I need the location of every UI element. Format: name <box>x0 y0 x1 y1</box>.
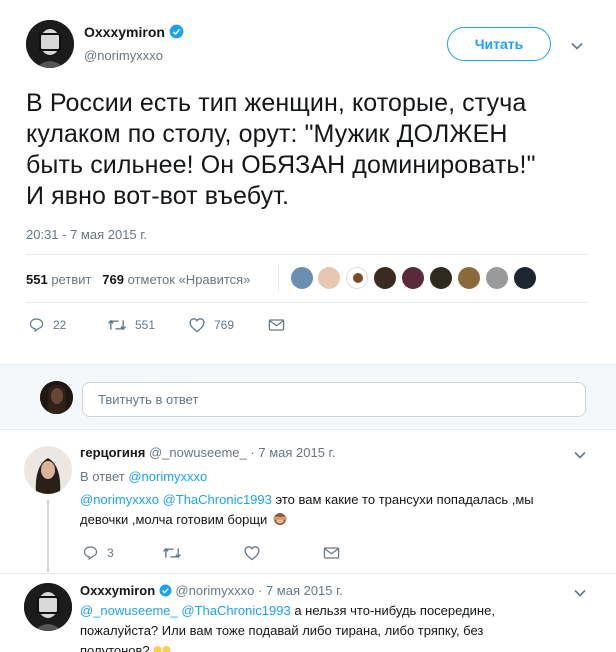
reply-text-line: пожалуйста? Или вам тоже подавай либо ти… <box>80 623 484 638</box>
liker-avatar[interactable] <box>514 267 536 289</box>
chevron-down-icon[interactable] <box>574 587 586 599</box>
mention-link[interactable]: @_nowuseeme_ <box>80 603 178 618</box>
chevron-down-icon[interactable] <box>574 449 586 461</box>
reply-text: @norimyxxxo @ThaChronic1993 это вам каки… <box>80 490 590 530</box>
envelope-icon <box>268 319 285 331</box>
chevron-down-icon[interactable] <box>571 40 583 52</box>
verified-badge-icon <box>159 584 172 597</box>
like-action[interactable] <box>243 545 261 561</box>
reply-author-avatar[interactable] <box>24 583 72 631</box>
mention-link[interactable]: @ThaChronic1993 <box>181 603 290 618</box>
stats-separator <box>278 264 279 292</box>
likes-count[interactable]: 769 <box>102 272 124 287</box>
tweet-timestamp[interactable]: 20:31 - 7 мая 2015 г. <box>26 227 147 242</box>
reply-text-line: девочки ,молча готовим борщи <box>80 512 268 527</box>
reply-date[interactable]: 7 мая 2015 г. <box>266 583 343 598</box>
verified-badge-icon <box>170 24 184 39</box>
liker-avatar[interactable] <box>291 267 313 289</box>
reply-text-line: полутонов? <box>80 643 150 652</box>
thread-line <box>47 500 49 572</box>
reply-author-name[interactable]: герцогиня <box>80 445 145 460</box>
liker-avatar[interactable] <box>458 267 480 289</box>
reply-date[interactable]: 7 мая 2015 г. <box>258 445 335 460</box>
liker-avatar[interactable] <box>346 267 368 289</box>
divider <box>0 573 616 574</box>
divider <box>26 254 589 255</box>
retweets-label[interactable]: ретвит <box>51 272 91 287</box>
divider <box>26 302 589 303</box>
in-reply-handle[interactable]: @norimyxxxo <box>128 469 207 484</box>
separator-dot: · <box>250 445 255 460</box>
author-name[interactable]: Oxxxymiron <box>84 24 165 40</box>
follow-button[interactable]: Читать <box>447 27 551 61</box>
retweet-action[interactable] <box>162 545 182 561</box>
reply-header: герцогиня @_nowuseeme_ · 7 мая 2015 г. <box>80 445 335 460</box>
reply-text: @_nowuseeme_ @ThaChronic1993 а нельзя чт… <box>80 601 600 652</box>
retweets-count[interactable]: 551 <box>26 272 48 287</box>
liker-avatar[interactable] <box>318 267 340 289</box>
liker-avatar[interactable] <box>486 267 508 289</box>
author-avatar[interactable] <box>26 20 74 68</box>
retweet-action[interactable]: 551 <box>107 317 155 333</box>
liker-avatar[interactable] <box>374 267 396 289</box>
envelope-icon <box>323 547 340 559</box>
mention-link[interactable]: @ThaChronic1993 <box>163 492 272 507</box>
liker-avatar[interactable] <box>430 267 452 289</box>
current-user-avatar[interactable] <box>40 381 73 414</box>
reply-count: 22 <box>53 318 67 332</box>
tweet-text: В России есть тип женщин, которые, стуча… <box>26 89 536 210</box>
message-action[interactable] <box>268 318 285 332</box>
reply-action[interactable]: 22 <box>28 317 66 333</box>
reply-header: Oxxxymiron @norimyxxxo · 7 мая 2015 г. <box>80 583 343 598</box>
tweet-stats: 551 ретвит 769 отметок «Нравится» <box>26 272 250 287</box>
crying-face-icon <box>153 646 171 652</box>
likes-label[interactable]: отметок «Нравится» <box>128 272 251 287</box>
reply-author-handle[interactable]: @_nowuseeme_ <box>149 445 247 460</box>
heart-icon <box>244 546 260 561</box>
author-name-row[interactable]: Oxxxymiron <box>84 24 184 42</box>
retweet-icon <box>108 319 126 331</box>
like-count: 769 <box>214 318 235 332</box>
retweet-icon <box>163 547 181 559</box>
liker-avatar[interactable] <box>402 267 424 289</box>
reply-count: 3 <box>107 546 114 560</box>
reply-icon <box>83 546 98 561</box>
reply-author-handle[interactable]: @norimyxxxo <box>175 583 254 598</box>
reply-action[interactable]: 3 <box>82 545 114 561</box>
reply-text-line: а нельзя что-нибудь посередине, <box>294 603 495 618</box>
see-no-evil-monkey-icon <box>273 513 287 525</box>
reply-author-avatar[interactable] <box>24 446 72 494</box>
in-reply-to: В ответ @norimyxxxo <box>80 467 207 487</box>
in-reply-prefix: В ответ <box>80 469 125 484</box>
mention-link[interactable]: @norimyxxxo <box>80 492 159 507</box>
like-action[interactable]: 769 <box>188 317 234 333</box>
heart-icon <box>189 318 205 333</box>
reply-text-line: это вам какие то трансухи попадалась ,мы <box>275 492 534 507</box>
reply-input[interactable]: Твитнуть в ответ <box>82 382 586 417</box>
separator-dot: · <box>257 583 263 598</box>
reply-icon <box>29 318 44 333</box>
author-handle[interactable]: @norimyxxxo <box>84 48 163 63</box>
retweet-count: 551 <box>135 318 156 332</box>
reply-author-name[interactable]: Oxxxymiron <box>80 583 155 598</box>
message-action[interactable] <box>323 546 340 560</box>
